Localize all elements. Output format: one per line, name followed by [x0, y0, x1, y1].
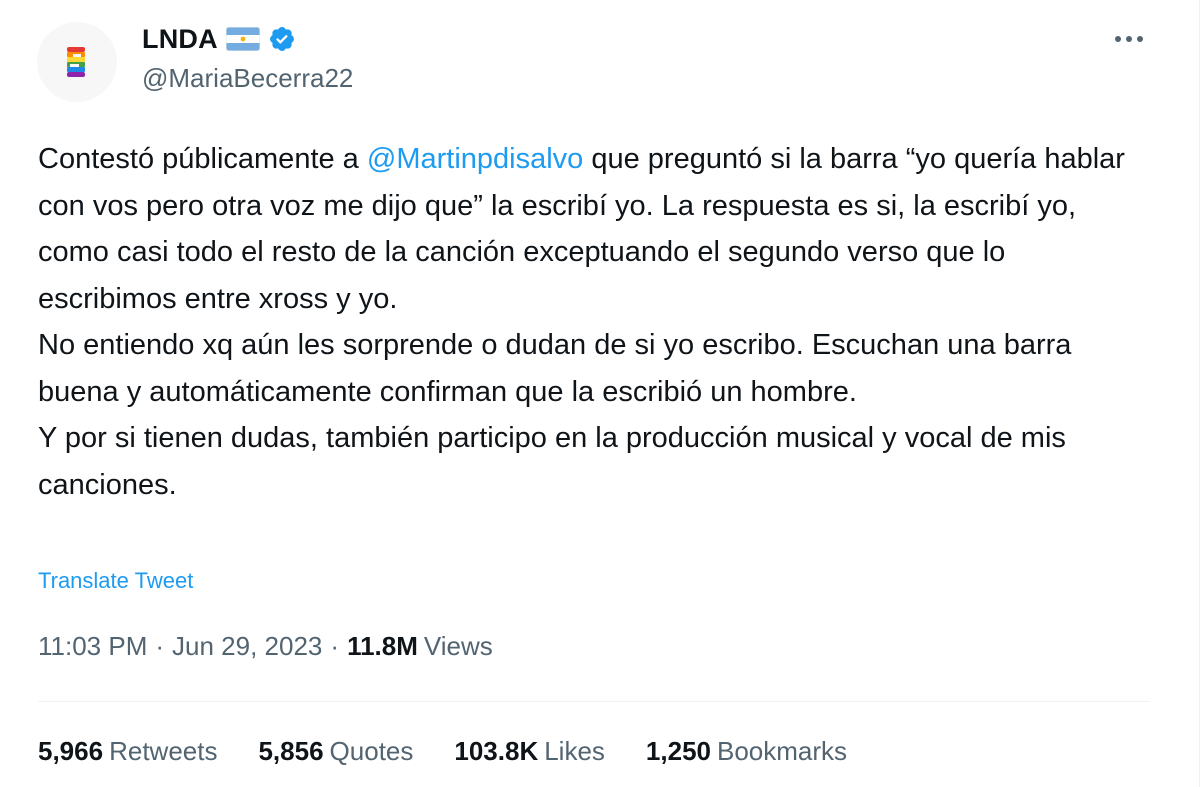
- author-name-row: LNDA: [142, 22, 296, 56]
- tweet-date[interactable]: Jun 29, 2023: [172, 631, 322, 662]
- retweets-label: Retweets: [109, 736, 218, 766]
- tweet-text-segment: Contestó públicamente a: [38, 143, 367, 175]
- translate-tweet-link[interactable]: Translate Tweet: [38, 568, 193, 594]
- bookmarks-count: 1,250: [645, 736, 711, 766]
- tweet-time[interactable]: 11:03 PM: [38, 631, 147, 662]
- display-name[interactable]: LNDA: [142, 24, 218, 55]
- retweets-count: 5,966: [38, 736, 104, 766]
- quotes-count: 5,856: [258, 736, 324, 766]
- views-count[interactable]: 11.8M: [347, 631, 418, 662]
- tweet-meta: 11:03 PM · Jun 29, 2023 · 11.8M Views: [38, 631, 493, 662]
- rainbow-logo-icon: [67, 47, 85, 77]
- more-horizontal-icon[interactable]: [1109, 24, 1149, 54]
- views-label[interactable]: Views: [424, 631, 493, 662]
- likes-label: Likes: [544, 736, 605, 766]
- avatar[interactable]: [37, 22, 117, 102]
- verified-badge-icon[interactable]: [268, 25, 296, 53]
- bookmarks-label: Bookmarks: [717, 736, 848, 766]
- tweet-card: LNDA @MariaBecerra22 Contestó públicamen…: [0, 0, 1200, 787]
- meta-separator: ·: [330, 631, 340, 661]
- likes-count: 103.8K: [454, 736, 539, 766]
- mention-link[interactable]: @Martinpdisalvo: [367, 143, 583, 175]
- quotes-label: Quotes: [329, 736, 414, 766]
- tweet-text: Contestó públicamente a @Martinpdisalvo …: [38, 136, 1148, 508]
- likes-stat[interactable]: 103.8K Likes: [454, 736, 605, 767]
- author-handle[interactable]: @MariaBecerra22: [142, 63, 353, 94]
- tweet-paragraph-3: Y por si tienen dudas, también participo…: [38, 422, 1066, 501]
- tweet-paragraph-1: Contestó públicamente a @Martinpdisalvo …: [38, 136, 1148, 322]
- meta-separator: ·: [155, 631, 165, 661]
- tweet-paragraph-2: No entiendo xq aún les sorprende o dudan…: [38, 329, 1072, 408]
- retweets-stat[interactable]: 5,966 Retweets: [38, 736, 217, 767]
- bookmarks-stat[interactable]: 1,250 Bookmarks: [646, 736, 847, 767]
- divider: [38, 701, 1150, 702]
- argentina-flag-icon: [225, 27, 260, 51]
- quotes-stat[interactable]: 5,856 Quotes: [258, 736, 413, 767]
- engagement-stats: 5,966 Retweets 5,856 Quotes 103.8K Likes 1,…: [38, 736, 888, 767]
